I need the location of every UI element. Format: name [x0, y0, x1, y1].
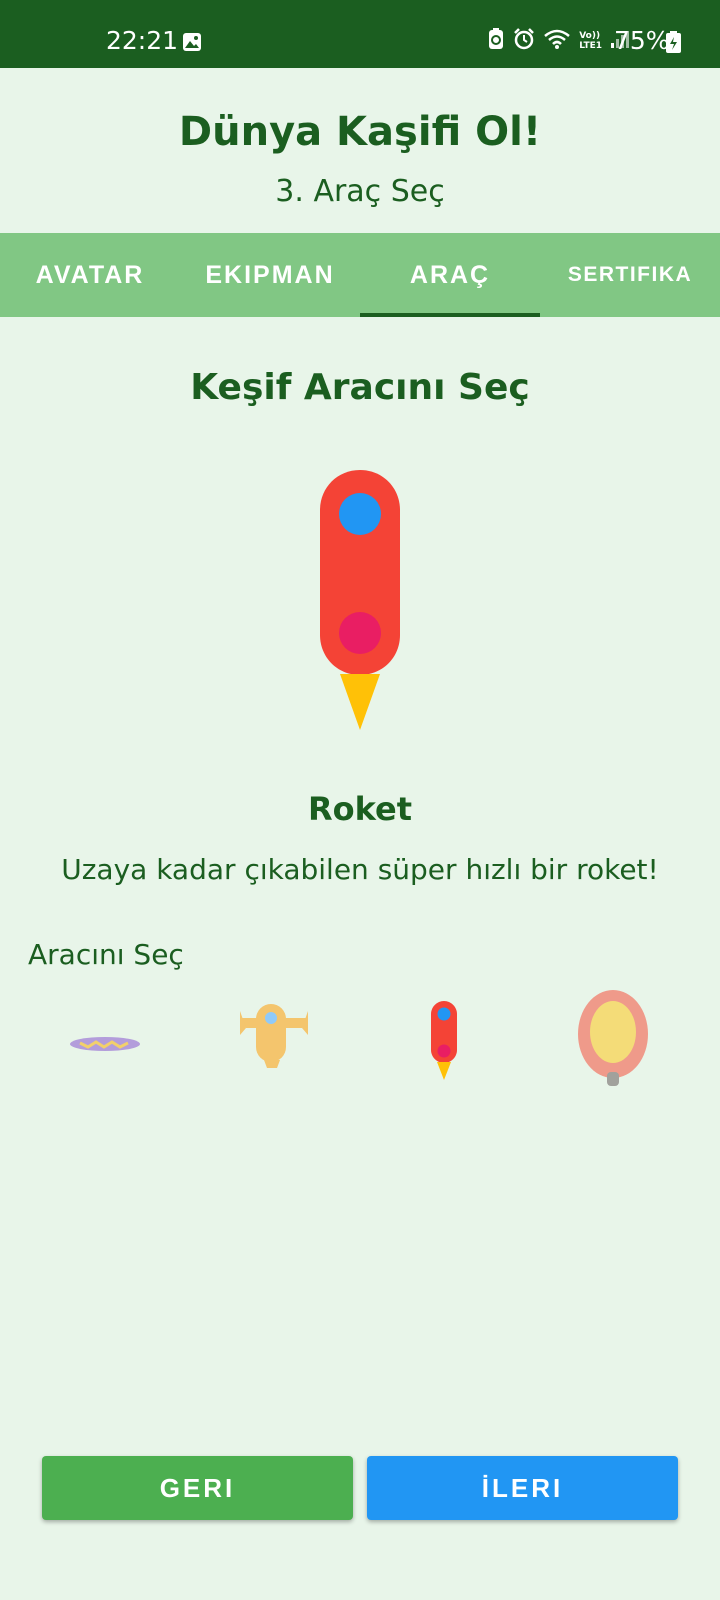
rocket-icon — [384, 1001, 504, 1094]
step-title: 3. Araç Seç — [275, 174, 445, 209]
option-rocket[interactable] — [384, 990, 504, 1090]
tab-arac[interactable]: ARAÇ — [360, 233, 540, 317]
vehicle-name: Roket — [307, 790, 413, 828]
airplane-icon — [214, 1004, 334, 1094]
flying-carpet-icon — [45, 1037, 165, 1094]
battery-percent: 75% — [614, 26, 670, 55]
tab-indicator — [360, 313, 540, 317]
volte-icon: Vo)) LTE1 — [579, 31, 602, 51]
gallery-icon — [182, 32, 202, 56]
option-airplane[interactable] — [214, 990, 334, 1090]
vehicle-description: Uzaya kadar çıkabilen süper hızlı bir ro… — [61, 853, 659, 886]
alarm-icon — [513, 28, 535, 54]
hot-air-balloon-icon — [553, 990, 673, 1094]
tab-bar: AVATAR EKIPMAN ARAÇ SERTIFIKA — [0, 233, 720, 317]
choose-vehicle-label: Aracını Seç — [28, 938, 184, 971]
option-flying-carpet[interactable] — [45, 990, 165, 1090]
status-time: 22:21 — [106, 26, 179, 55]
app-title: Dünya Kaşifi Ol! — [178, 109, 542, 155]
option-hot-air-balloon[interactable] — [553, 990, 673, 1090]
lte-text: LTE1 — [579, 41, 602, 51]
next-button[interactable]: İLERI — [367, 1456, 678, 1520]
volte-text: Vo)) — [579, 31, 601, 41]
section-title: Keşif Aracını Seç — [190, 367, 530, 408]
header: Dünya Kaşifi Ol! 3. Araç Seç — [0, 68, 720, 233]
status-icons: Vo)) LTE1 — [487, 28, 630, 54]
wifi-icon — [543, 28, 571, 54]
tab-ekipman[interactable]: EKIPMAN — [180, 233, 360, 317]
tab-avatar[interactable]: AVATAR — [0, 233, 180, 317]
back-button[interactable]: GERI — [42, 1456, 353, 1520]
recycle-icon — [487, 28, 505, 54]
status-bar: 22:21 Vo)) LTE1 75% — [0, 0, 720, 68]
tab-sertifika[interactable]: SERTIFIKA — [540, 233, 720, 317]
rocket-icon — [300, 470, 420, 734]
battery-icon — [666, 31, 681, 57]
